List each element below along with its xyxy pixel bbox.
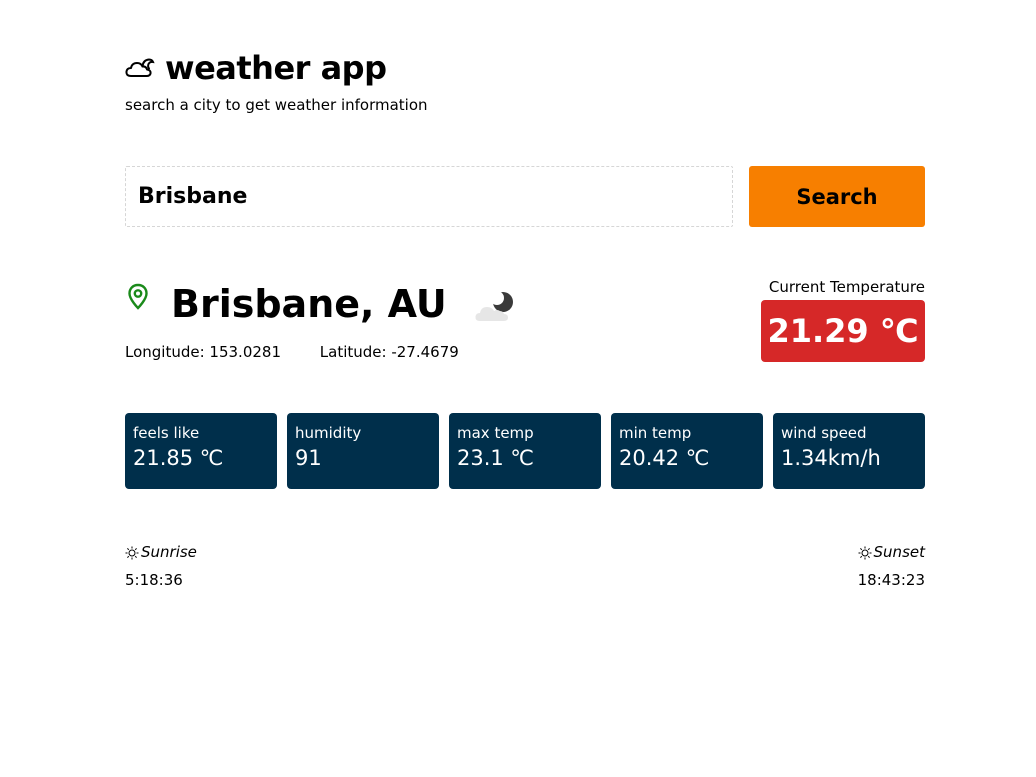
stat-card-wind-speed: wind speed 1.34km/h — [773, 413, 925, 489]
page: weather app search a city to get weather… — [0, 0, 1036, 777]
stat-label: wind speed — [781, 424, 867, 442]
stat-label: max temp — [457, 424, 534, 442]
sun-icon — [858, 546, 872, 559]
app-title: weather app — [165, 49, 387, 87]
sun-icon — [125, 546, 139, 559]
stat-value: 1.34km/h — [781, 446, 881, 470]
current-temp-value: 21.29 ℃ — [761, 300, 925, 362]
cloud-sun-icon — [125, 58, 155, 77]
cloudy-night-icon — [475, 291, 513, 321]
search-button[interactable]: Search — [749, 166, 925, 227]
latitude-text: Latitude: -27.4679 — [319, 343, 459, 361]
sunset-label-row: Sunset — [858, 540, 925, 565]
app-subtitle: search a city to get weather information — [125, 96, 428, 114]
sunset-label: Sunset — [873, 543, 925, 561]
stat-value: 91 — [295, 446, 322, 470]
search-input[interactable] — [125, 166, 733, 227]
stat-label: feels like — [133, 424, 200, 442]
stat-value: 20.42 ℃ — [619, 446, 710, 470]
app-header: weather app — [125, 49, 387, 87]
sunrise-time: 5:18:36 — [125, 570, 183, 589]
stat-card-min-temp: min temp 20.42 ℃ — [611, 413, 763, 489]
sunset-time: 18:43:23 — [857, 570, 925, 589]
sunset-block: Sunset 18:43:23 — [858, 540, 925, 593]
stat-card-humidity: humidity 91 — [287, 413, 439, 489]
stat-label: humidity — [295, 424, 362, 442]
sunrise-label-row: Sunrise — [125, 540, 197, 565]
sunrise-label: Sunrise — [141, 543, 197, 561]
stat-value: 23.1 ℃ — [457, 446, 535, 470]
current-temp-label: Current Temperature — [768, 278, 925, 296]
stat-label: min temp — [619, 424, 692, 442]
location-pin-icon — [128, 283, 148, 310]
longitude-text: Longitude: 153.0281 — [125, 343, 281, 361]
sunrise-block: Sunrise 5:18:36 — [125, 540, 197, 593]
coordinates: Longitude: 153.0281 Latitude: -27.4679 — [125, 343, 459, 361]
stat-card-max-temp: max temp 23.1 ℃ — [449, 413, 601, 489]
stat-card-feels-like: feels like 21.85 ℃ — [125, 413, 277, 489]
location-block: Brisbane, AU — [125, 282, 521, 326]
search-row: Search — [125, 166, 925, 227]
stat-value: 21.85 ℃ — [133, 446, 224, 470]
city-name: Brisbane, AU — [171, 282, 447, 326]
stats-row: feels like 21.85 ℃ humidity 91 max temp … — [125, 413, 925, 489]
